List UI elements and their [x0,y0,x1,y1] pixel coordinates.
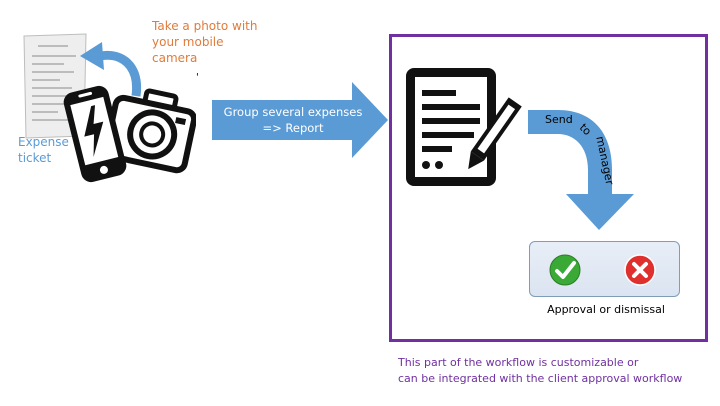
stray-mark: ' [196,72,199,83]
workflow-note: This part of the workflow is customizabl… [398,355,708,387]
dismiss-cross-icon [624,254,656,286]
approve-check-icon [549,254,581,286]
workflow-note-line1: This part of the workflow is customizabl… [398,356,639,369]
workflow-note-line2: can be integrated with the client approv… [398,372,683,385]
send-label: Send [545,113,573,126]
group-expenses-label: Group several expenses => Report [223,105,363,135]
approval-dismissal-label: Approval or dismissal [547,303,665,316]
report-document-icon [406,68,522,186]
expense-ticket-label: Expense ticket [18,135,69,165]
photo-caption: Take a photo with your mobile camera [152,19,258,65]
curved-arrow-photo [80,42,142,97]
